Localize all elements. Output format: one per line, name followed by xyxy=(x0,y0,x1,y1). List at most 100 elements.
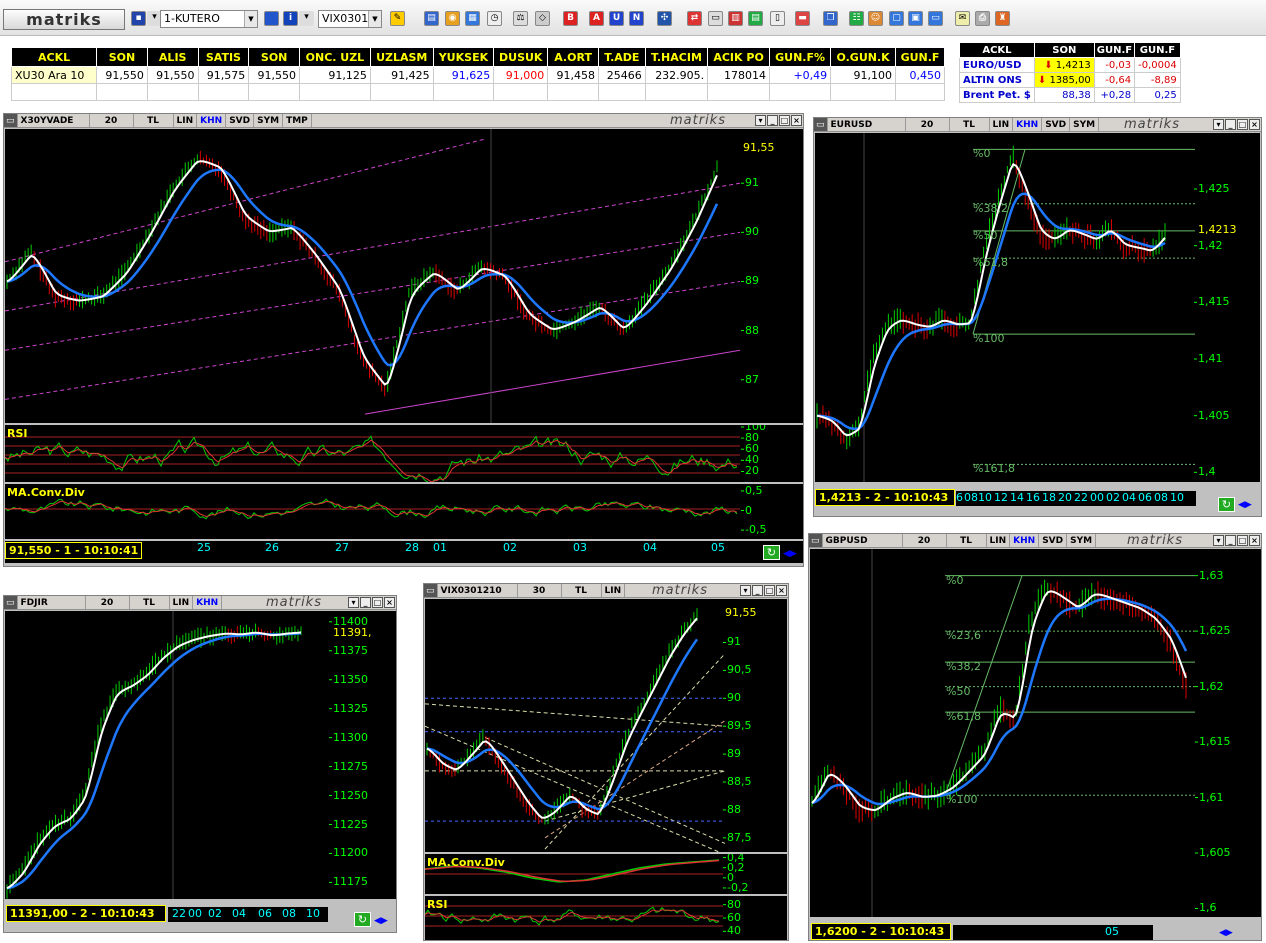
table-row[interactable]: XU30 Ara 10 91,550 91,550 91,575 91,550 … xyxy=(10,66,945,84)
windows-icon[interactable]: ❐ xyxy=(823,11,838,26)
table-row[interactable]: Brent Pet. $ 88,38 +0,28 0,25 xyxy=(959,87,1181,103)
table-icon[interactable]: ▦ xyxy=(465,11,480,26)
news-icon[interactable]: ◇ xyxy=(535,11,550,26)
symbol-tab[interactable]: FDJIR xyxy=(18,596,86,609)
col-header[interactable]: GUN.F xyxy=(1134,42,1181,58)
chart-titlebar[interactable]: ▭ GBPUSD 20 TL LIN KHN SVD SYM matriks ▾ _ □ × xyxy=(809,534,1261,548)
exchange-icon[interactable]: ⇄ xyxy=(687,11,702,26)
col-header[interactable]: ONC. UZL xyxy=(299,47,371,67)
chart-window-vix[interactable]: ▭ VIX0301210 30 TL LIN matriks ▾ _ □ × 91 90,5 90… xyxy=(423,583,789,941)
window-menu-icon[interactable]: ▭ xyxy=(814,118,828,131)
close-icon[interactable]: × xyxy=(1249,535,1260,546)
maximize-icon[interactable]: □ xyxy=(372,597,383,608)
tab-lin[interactable]: LIN xyxy=(602,584,626,597)
chart-window-x30[interactable]: ▭ X30YVADE 20 TL LIN KHN SVD SYM TMP matriks ▾ _ □… xyxy=(3,113,804,567)
chart-titlebar[interactable]: ▭ EURUSD 20 TL LIN KHN SVD SYM matriks ▾ _ □ × xyxy=(814,118,1261,132)
col-header[interactable]: GUN.F xyxy=(895,47,945,67)
tab-svd[interactable]: SVD xyxy=(1039,534,1068,547)
exit-icon[interactable]: ♜ xyxy=(995,11,1010,26)
period-tab[interactable]: 20 xyxy=(86,596,130,609)
scroll-arrows-icon[interactable]: ◀▶ xyxy=(783,549,797,559)
col-header[interactable]: ACKL xyxy=(10,47,98,67)
refresh-icon[interactable]: ↻ xyxy=(763,545,780,560)
table-row[interactable]: EURO/USD ⬇ 1,4213 -0,03 -0,0004 xyxy=(959,57,1181,73)
col-header[interactable]: DUSUK xyxy=(493,47,549,67)
col-header[interactable]: YUKSEK xyxy=(432,47,495,67)
dropdown-icon[interactable]: ▾ xyxy=(348,597,359,608)
price-chart[interactable]: 11400 11375 11350 11325 11300 11275 11250 11225… xyxy=(5,611,396,899)
col-header[interactable]: GUN.F% xyxy=(768,47,832,67)
clock-icon[interactable]: ◷ xyxy=(487,11,502,26)
scroll-arrows-icon[interactable]: ◀▶ xyxy=(1238,500,1252,510)
chart-titlebar[interactable]: ▭ VIX0301210 30 TL LIN matriks ▾ _ □ × xyxy=(424,584,788,598)
dropdown-icon[interactable]: ▾ xyxy=(740,585,751,596)
chart-window-eurusd[interactable]: ▭ EURUSD 20 TL LIN KHN SVD SYM matriks ▾ _ □ × %0%… xyxy=(813,117,1262,517)
maximize-icon[interactable]: □ xyxy=(1237,119,1248,130)
pencil-icon[interactable]: ✎ xyxy=(390,11,405,26)
symbol-cell[interactable]: Brent Pet. $ xyxy=(959,87,1035,103)
macd-panel[interactable]: MA.Conv.Div 0,4 0,2 0 -0,2 xyxy=(425,854,787,894)
minimize-icon[interactable]: _ xyxy=(752,585,763,596)
symbol-tab[interactable]: VIX0301210 xyxy=(438,584,518,597)
col-header[interactable]: T.ADE xyxy=(597,47,646,67)
list-icon[interactable]: ▤ xyxy=(748,11,763,26)
symbol-tab[interactable]: GBPUSD xyxy=(823,534,903,547)
macd-panel[interactable]: MA.Conv.Div 0,5 0 -0,5 xyxy=(5,484,803,539)
table-row[interactable]: ALTIN ONS ⬇ 1385,00 -0,64 -8,89 xyxy=(959,72,1181,88)
chart-titlebar[interactable]: ▭ FDJIR 20 TL LIN KHN matriks ▾ _ □ × xyxy=(4,596,396,610)
globe-icon[interactable]: ◉ xyxy=(445,11,460,26)
symbol-tab[interactable]: EURUSD xyxy=(828,118,906,131)
dropdown-icon[interactable]: ▾ xyxy=(1213,119,1224,130)
tab-lin[interactable]: LIN xyxy=(174,114,198,127)
doc-icon[interactable]: ▭ xyxy=(708,11,723,26)
period-tab[interactable]: 30 xyxy=(518,584,562,597)
minimize-icon[interactable]: _ xyxy=(1225,535,1236,546)
tab-svd[interactable]: SVD xyxy=(226,114,255,127)
minimize-icon[interactable]: _ xyxy=(360,597,371,608)
dropdown-icon[interactable]: ▾ xyxy=(755,115,766,126)
chevron-down-icon[interactable]: ▼ xyxy=(244,11,257,27)
close-icon[interactable]: × xyxy=(1249,119,1260,130)
sheet-icon[interactable]: ▯ xyxy=(770,11,785,26)
minimize-all-icon[interactable]: ▭ xyxy=(928,11,943,26)
window-menu-icon[interactable]: ▭ xyxy=(424,584,438,597)
cascade-icon[interactable]: ▣ xyxy=(908,11,923,26)
email-icon[interactable]: ✉ xyxy=(955,11,970,26)
col-header[interactable]: SON xyxy=(1033,42,1095,58)
users-icon[interactable]: ☷ xyxy=(849,11,864,26)
symbol-cell[interactable]: EURO/USD xyxy=(959,57,1035,73)
period-tab[interactable]: 20 xyxy=(90,114,134,127)
save-icon[interactable]: ▪ xyxy=(131,11,146,26)
refresh-icon[interactable]: ↻ xyxy=(1218,497,1235,512)
tab-svd[interactable]: SVD xyxy=(1042,118,1071,131)
chevron-down-icon[interactable]: ▼ xyxy=(368,11,381,27)
col-header[interactable]: O.GUN.K xyxy=(830,47,897,67)
symbol-cell[interactable]: XU30 Ara 10 xyxy=(10,66,98,84)
price-chart[interactable]: 91 90 89 88 87 91,55 xyxy=(5,129,803,423)
maximize-icon[interactable]: □ xyxy=(1237,535,1248,546)
tab-tl[interactable]: TL xyxy=(950,118,990,131)
col-header[interactable]: ACIK PO xyxy=(707,47,770,67)
scroll-arrows-icon[interactable]: ◀▶ xyxy=(374,916,388,926)
info-icon[interactable]: i xyxy=(283,11,298,26)
person-icon[interactable]: ☺ xyxy=(868,11,883,26)
chart-icon[interactable]: ▤ xyxy=(424,11,439,26)
window-menu-icon[interactable]: ▭ xyxy=(809,534,823,547)
price-chart[interactable]: 91 90,5 90 89,5 89 88,5 88 87,5 91,55 xyxy=(425,599,787,852)
tab-sym[interactable]: SYM xyxy=(1067,534,1097,547)
tab-sym[interactable]: SYM xyxy=(1070,118,1100,131)
col-header[interactable]: SATIS xyxy=(197,47,250,67)
tile-icon[interactable]: ▢ xyxy=(889,11,904,26)
window-menu-icon[interactable]: ▭ xyxy=(4,114,18,127)
col-header[interactable]: SON xyxy=(248,47,300,67)
tab-lin[interactable]: LIN xyxy=(987,534,1011,547)
n-icon[interactable]: N xyxy=(629,11,644,26)
price-chart[interactable]: %0 %23,6 %38,2 %50 %61,8 %100 1,63 1,625 1,62 1,6… xyxy=(810,549,1261,917)
refresh-icon[interactable]: ↻ xyxy=(354,912,371,927)
close-icon[interactable]: × xyxy=(384,597,395,608)
scroll-arrows-icon[interactable]: ◀▶ xyxy=(1219,928,1233,938)
minimize-icon[interactable]: _ xyxy=(1225,119,1236,130)
chart-titlebar[interactable]: ▭ X30YVADE 20 TL LIN KHN SVD SYM TMP matriks ▾ _ □… xyxy=(4,114,803,128)
tab-lin[interactable]: LIN xyxy=(990,118,1014,131)
symbol-cell[interactable]: ALTIN ONS xyxy=(959,72,1035,88)
